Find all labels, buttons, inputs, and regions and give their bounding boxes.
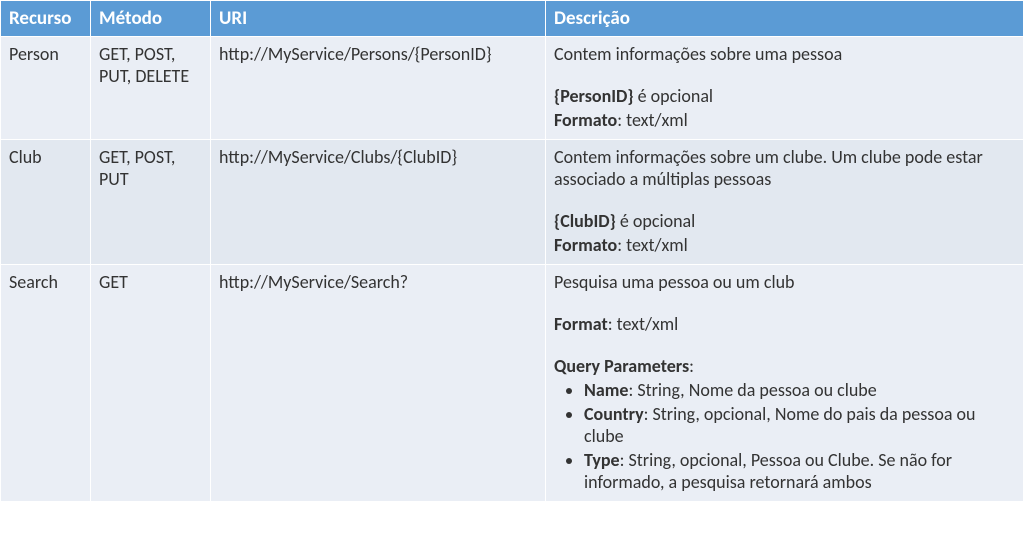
cell-recurso: Search: [1, 265, 91, 502]
param-suffix: é opcional: [616, 210, 696, 232]
param-suffix: é opcional: [634, 85, 714, 107]
format-value: : text/xml: [617, 234, 688, 256]
param-text: : String, Nome da pessoa ou clube: [628, 379, 876, 401]
cell-uri: http://MyService/Search?: [211, 265, 546, 502]
query-params-list: Name: String, Nome da pessoa ou clube Co…: [554, 379, 1015, 493]
desc-format: Format: text/xml: [554, 313, 1015, 335]
header-descricao: Descrição: [546, 1, 1024, 37]
api-table: Recurso Método URI Descrição Person GET,…: [0, 0, 1024, 502]
cell-uri: http://MyService/Persons/{PersonID}: [211, 37, 546, 140]
param-text: : String, opcional, Pessoa ou Clube. Se …: [584, 449, 952, 493]
cell-descricao: Contem informações sobre um clube. Um cl…: [546, 140, 1024, 265]
desc-intro: Pesquisa uma pessoa ou um club: [554, 271, 1015, 293]
list-item: Type: String, opcional, Pessoa ou Clube.…: [584, 449, 1015, 493]
cell-recurso: Person: [1, 37, 91, 140]
header-recurso: Recurso: [1, 1, 91, 37]
param-name: Name: [584, 379, 628, 401]
desc-intro: Contem informações sobre um clube. Um cl…: [554, 146, 1015, 190]
param-text: : String, opcional, Nome do pais da pess…: [584, 403, 975, 447]
cell-metodo: GET, POST, PUT, DELETE: [91, 37, 211, 140]
param-name: {ClubID}: [554, 210, 616, 232]
table-row: Search GET http://MyService/Search? Pesq…: [1, 265, 1024, 502]
format-label: Formato: [554, 109, 617, 131]
desc-format: Formato: text/xml: [554, 234, 1015, 256]
param-name: Type: [584, 449, 620, 471]
format-label: Formato: [554, 234, 617, 256]
desc-query-params-label: Query Parameters:: [554, 355, 1015, 377]
desc-param: {PersonID} é opcional: [554, 85, 1015, 107]
desc-param: {ClubID} é opcional: [554, 210, 1015, 232]
format-value: : text/xml: [608, 313, 679, 335]
table-row: Person GET, POST, PUT, DELETE http://MyS…: [1, 37, 1024, 140]
list-item: Name: String, Nome da pessoa ou clube: [584, 379, 1015, 401]
cell-recurso: Club: [1, 140, 91, 265]
cell-metodo: GET, POST, PUT: [91, 140, 211, 265]
cell-descricao: Pesquisa uma pessoa ou um club Format: t…: [546, 265, 1024, 502]
desc-format: Formato: text/xml: [554, 109, 1015, 131]
list-item: Country: String, opcional, Nome do pais …: [584, 403, 1015, 447]
param-name: {PersonID}: [554, 85, 634, 107]
qp-label: Query Parameters: [554, 355, 689, 377]
cell-uri: http://MyService/Clubs/{ClubID}: [211, 140, 546, 265]
qp-colon: :: [689, 355, 694, 377]
cell-descricao: Contem informações sobre uma pessoa {Per…: [546, 37, 1024, 140]
header-uri: URI: [211, 1, 546, 37]
format-label: Format: [554, 313, 608, 335]
table-row: Club GET, POST, PUT http://MyService/Clu…: [1, 140, 1024, 265]
cell-metodo: GET: [91, 265, 211, 502]
format-value: : text/xml: [617, 109, 688, 131]
table-header-row: Recurso Método URI Descrição: [1, 1, 1024, 37]
param-name: Country: [584, 403, 644, 425]
header-metodo: Método: [91, 1, 211, 37]
desc-intro: Contem informações sobre uma pessoa: [554, 43, 1015, 65]
